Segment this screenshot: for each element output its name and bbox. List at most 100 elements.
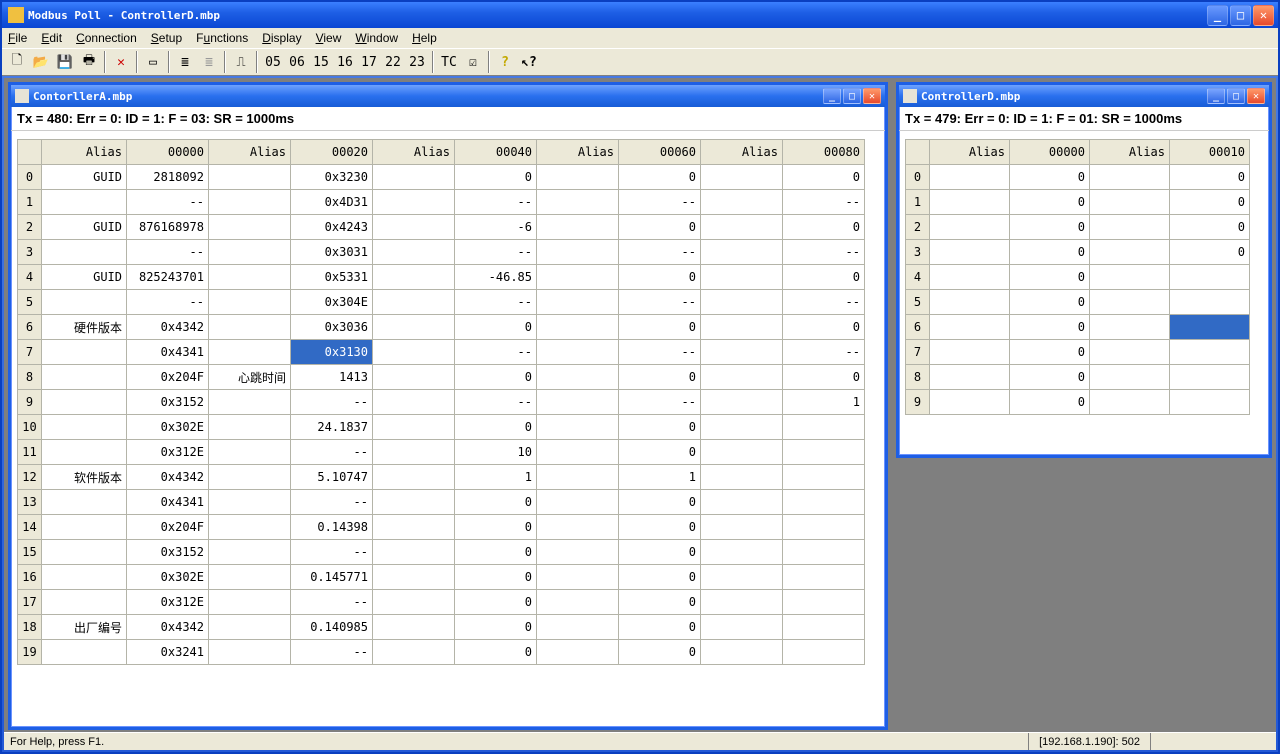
cell[interactable]: 0 — [1010, 315, 1090, 340]
fn-16[interactable]: 16 — [334, 51, 356, 73]
cell[interactable]: 0 — [1010, 340, 1090, 365]
row-header[interactable]: 4 — [906, 265, 930, 290]
cell[interactable] — [1090, 265, 1170, 290]
col-header[interactable]: Alias — [42, 140, 127, 165]
cell[interactable] — [783, 640, 865, 665]
cell[interactable]: -- — [619, 390, 701, 415]
cell[interactable]: -- — [619, 240, 701, 265]
cell[interactable] — [701, 465, 783, 490]
cell[interactable] — [930, 265, 1010, 290]
cell[interactable] — [42, 340, 127, 365]
cell[interactable]: 0.140985 — [291, 615, 373, 640]
cell[interactable] — [1090, 240, 1170, 265]
cell[interactable]: 0 — [783, 215, 865, 240]
cell[interactable]: 0x302E — [127, 565, 209, 590]
cell[interactable] — [42, 390, 127, 415]
menu-window[interactable]: Window — [355, 31, 398, 45]
cell[interactable] — [1170, 390, 1250, 415]
cell[interactable] — [209, 240, 291, 265]
cell[interactable] — [42, 290, 127, 315]
cell[interactable] — [783, 590, 865, 615]
cell[interactable] — [930, 290, 1010, 315]
cell[interactable]: -- — [783, 340, 865, 365]
cell[interactable] — [209, 540, 291, 565]
fn-17[interactable]: 17 — [358, 51, 380, 73]
row-header[interactable]: 5 — [18, 290, 42, 315]
row-header[interactable]: 3 — [18, 240, 42, 265]
cell[interactable] — [701, 265, 783, 290]
cell[interactable] — [537, 215, 619, 240]
cell[interactable]: 0 — [455, 640, 537, 665]
cell[interactable]: 0 — [619, 315, 701, 340]
cell[interactable] — [537, 340, 619, 365]
cell[interactable]: -- — [291, 490, 373, 515]
cell[interactable] — [42, 540, 127, 565]
cell[interactable]: GUID — [42, 165, 127, 190]
cell[interactable] — [701, 565, 783, 590]
cell[interactable]: 1413 — [291, 365, 373, 390]
menu-display[interactable]: Display — [262, 31, 301, 45]
cell[interactable]: 0 — [619, 640, 701, 665]
menu-edit[interactable]: Edit — [41, 31, 62, 45]
cell[interactable]: -- — [455, 340, 537, 365]
cell[interactable]: 0 — [619, 590, 701, 615]
cell[interactable] — [1170, 365, 1250, 390]
cell[interactable]: 0x302E — [127, 415, 209, 440]
menu-setup[interactable]: Setup — [151, 31, 182, 45]
cell[interactable]: 10 — [455, 440, 537, 465]
cell[interactable] — [42, 190, 127, 215]
cell[interactable]: -- — [783, 240, 865, 265]
corner-header[interactable] — [18, 140, 42, 165]
cell[interactable] — [209, 465, 291, 490]
cell[interactable] — [701, 240, 783, 265]
cell[interactable]: 1 — [619, 465, 701, 490]
cell[interactable] — [373, 190, 455, 215]
cell[interactable] — [930, 190, 1010, 215]
cell[interactable] — [537, 440, 619, 465]
cell[interactable] — [1090, 190, 1170, 215]
cell[interactable]: 0 — [455, 615, 537, 640]
cell[interactable]: 0 — [619, 215, 701, 240]
col-header[interactable]: Alias — [373, 140, 455, 165]
cell[interactable]: 0 — [1010, 215, 1090, 240]
cell[interactable] — [1090, 215, 1170, 240]
cell[interactable]: 0.14398 — [291, 515, 373, 540]
cell[interactable] — [373, 590, 455, 615]
cell[interactable] — [930, 315, 1010, 340]
cell[interactable] — [537, 190, 619, 215]
pulse-icon[interactable]: ⎍ — [230, 51, 252, 73]
cell[interactable] — [701, 340, 783, 365]
cell[interactable]: 0 — [619, 615, 701, 640]
tool-b-icon[interactable]: ≣ — [198, 51, 220, 73]
cell[interactable]: 硬件版本 — [42, 315, 127, 340]
cell[interactable] — [373, 390, 455, 415]
cell[interactable] — [1170, 315, 1250, 340]
cell[interactable]: -- — [127, 240, 209, 265]
cell[interactable]: GUID — [42, 265, 127, 290]
cell[interactable] — [209, 615, 291, 640]
cell[interactable]: 0 — [619, 265, 701, 290]
cell[interactable]: 0 — [1010, 240, 1090, 265]
cell[interactable]: -- — [455, 240, 537, 265]
cell[interactable] — [783, 490, 865, 515]
open-icon[interactable]: 📂 — [30, 51, 52, 73]
cell[interactable] — [783, 540, 865, 565]
cell[interactable] — [930, 165, 1010, 190]
fn-23[interactable]: 23 — [406, 51, 428, 73]
cell[interactable] — [701, 315, 783, 340]
col-header[interactable]: Alias — [209, 140, 291, 165]
cell[interactable] — [537, 315, 619, 340]
cell[interactable]: -- — [291, 640, 373, 665]
cell[interactable]: 0 — [619, 490, 701, 515]
cell[interactable] — [373, 165, 455, 190]
row-header[interactable]: 5 — [906, 290, 930, 315]
cell[interactable] — [537, 290, 619, 315]
cell[interactable] — [537, 365, 619, 390]
cell[interactable] — [1090, 315, 1170, 340]
cell[interactable]: -- — [127, 190, 209, 215]
cell[interactable] — [373, 315, 455, 340]
cell[interactable] — [42, 590, 127, 615]
cell[interactable]: 0 — [783, 265, 865, 290]
col-header[interactable]: Alias — [701, 140, 783, 165]
cell[interactable] — [373, 465, 455, 490]
